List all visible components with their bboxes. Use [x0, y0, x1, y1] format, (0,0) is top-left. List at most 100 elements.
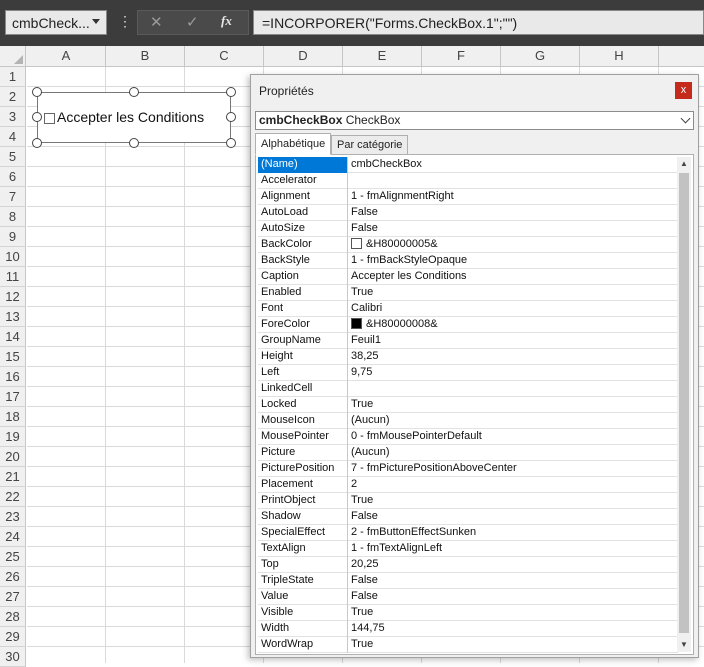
property-row[interactable]: TextAlign 1 - fmTextAlignLeft — [258, 541, 678, 557]
row-header[interactable]: 30 — [0, 647, 26, 667]
insert-function-icon[interactable]: fx — [221, 13, 232, 29]
property-value[interactable]: 0 - fmMousePointerDefault — [349, 429, 678, 445]
row-header[interactable]: 24 — [0, 527, 26, 547]
property-value[interactable]: False — [349, 509, 678, 525]
row-header[interactable]: 13 — [0, 307, 26, 327]
property-name[interactable]: TripleState — [258, 573, 348, 589]
property-name[interactable]: MousePointer — [258, 429, 348, 445]
column-header-c[interactable]: C — [185, 46, 264, 66]
row-header[interactable]: 9 — [0, 227, 26, 247]
cancel-icon[interactable]: ✕ — [150, 13, 163, 31]
property-name[interactable]: Accelerator — [258, 173, 348, 189]
column-header-e[interactable]: E — [343, 46, 422, 66]
property-value[interactable]: True — [349, 285, 678, 301]
checkbox-control[interactable]: Accepter les Conditions — [37, 92, 231, 143]
property-row[interactable]: MousePointer 0 - fmMousePointerDefault — [258, 429, 678, 445]
property-row[interactable]: Caption Accepter les Conditions — [258, 269, 678, 285]
property-value[interactable] — [349, 173, 678, 189]
property-row[interactable]: SpecialEffect 2 - fmButtonEffectSunken — [258, 525, 678, 541]
property-name[interactable]: Font — [258, 301, 348, 317]
property-value[interactable]: 20,25 — [349, 557, 678, 573]
property-name[interactable]: BackStyle — [258, 253, 348, 269]
row-header[interactable]: 21 — [0, 467, 26, 487]
property-row[interactable]: PicturePosition 7 - fmPicturePositionAbov… — [258, 461, 678, 477]
property-value[interactable]: Accepter les Conditions — [349, 269, 678, 285]
row-header[interactable]: 16 — [0, 367, 26, 387]
property-value[interactable]: True — [349, 605, 678, 621]
scroll-up-icon[interactable]: ▲ — [677, 157, 691, 171]
property-row[interactable]: Locked True — [258, 397, 678, 413]
row-header[interactable]: 18 — [0, 407, 26, 427]
property-row[interactable]: Picture (Aucun) — [258, 445, 678, 461]
property-value[interactable]: True — [349, 493, 678, 509]
row-header[interactable]: 7 — [0, 187, 26, 207]
property-row[interactable]: Left 9,75 — [258, 365, 678, 381]
row-header[interactable]: 10 — [0, 247, 26, 267]
scroll-down-icon[interactable]: ▼ — [677, 638, 691, 652]
property-name[interactable]: Placement — [258, 477, 348, 493]
chevron-down-icon[interactable] — [92, 19, 100, 24]
column-header-a[interactable]: A — [27, 46, 106, 66]
row-header[interactable]: 5 — [0, 147, 26, 167]
property-name[interactable]: Left — [258, 365, 348, 381]
formula-input[interactable]: =INCORPORER("Forms.CheckBox.1";"") — [253, 10, 704, 35]
property-name[interactable]: AutoSize — [258, 221, 348, 237]
name-box[interactable]: cmbCheck... — [5, 10, 107, 35]
scroll-thumb[interactable] — [679, 173, 689, 633]
property-row[interactable]: Top 20,25 — [258, 557, 678, 573]
resize-handle-top-right[interactable] — [226, 87, 236, 97]
property-row[interactable]: PrintObject True — [258, 493, 678, 509]
confirm-icon[interactable]: ✓ — [186, 13, 199, 31]
property-row[interactable]: Shadow False — [258, 509, 678, 525]
property-name[interactable]: SpecialEffect — [258, 525, 348, 541]
property-row[interactable]: Width 144,75 — [258, 621, 678, 637]
property-value[interactable]: False — [349, 573, 678, 589]
property-value[interactable]: &H80000005& — [349, 237, 678, 253]
property-name[interactable]: LinkedCell — [258, 381, 348, 397]
property-value[interactable]: 144,75 — [349, 621, 678, 637]
row-header[interactable]: 1 — [0, 67, 26, 87]
row-header[interactable]: 26 — [0, 567, 26, 587]
property-value[interactable]: False — [349, 221, 678, 237]
property-name[interactable]: Width — [258, 621, 348, 637]
row-header[interactable]: 17 — [0, 387, 26, 407]
property-row[interactable]: MouseIcon (Aucun) — [258, 413, 678, 429]
property-name[interactable]: AutoLoad — [258, 205, 348, 221]
column-header-d[interactable]: D — [264, 46, 343, 66]
property-row[interactable]: Font Calibri — [258, 301, 678, 317]
property-name[interactable]: Visible — [258, 605, 348, 621]
property-value[interactable]: (Aucun) — [349, 445, 678, 461]
property-value[interactable]: 38,25 — [349, 349, 678, 365]
row-header[interactable]: 27 — [0, 587, 26, 607]
property-name[interactable]: PrintObject — [258, 493, 348, 509]
property-name[interactable]: GroupName — [258, 333, 348, 349]
property-row[interactable]: Placement 2 — [258, 477, 678, 493]
checkbox-square[interactable] — [44, 113, 55, 124]
column-header-g[interactable]: G — [501, 46, 580, 66]
resize-handle-left[interactable] — [32, 112, 42, 122]
property-value[interactable]: False — [349, 589, 678, 605]
row-header[interactable]: 23 — [0, 507, 26, 527]
property-name[interactable]: BackColor — [258, 237, 348, 253]
property-value[interactable]: &H80000008& — [349, 317, 678, 333]
property-value[interactable]: Feuil1 — [349, 333, 678, 349]
property-name[interactable]: Top — [258, 557, 348, 573]
property-row[interactable]: TripleState False — [258, 573, 678, 589]
tab-par-categorie[interactable]: Par catégorie — [331, 135, 409, 155]
property-row[interactable]: Value False — [258, 589, 678, 605]
property-row[interactable]: (Name) cmbCheckBox — [258, 157, 678, 173]
property-row[interactable]: Accelerator — [258, 173, 678, 189]
resize-handle-top-left[interactable] — [32, 87, 42, 97]
row-header[interactable]: 12 — [0, 287, 26, 307]
property-value[interactable]: 1 - fmAlignmentRight — [349, 189, 678, 205]
row-header[interactable]: 2 — [0, 87, 26, 107]
property-value[interactable]: 1 - fmTextAlignLeft — [349, 541, 678, 557]
property-value[interactable] — [349, 381, 678, 397]
property-row[interactable]: BackColor &H80000005& — [258, 237, 678, 253]
row-header[interactable]: 19 — [0, 427, 26, 447]
resize-handle-right[interactable] — [226, 112, 236, 122]
property-name[interactable]: Value — [258, 589, 348, 605]
property-value[interactable]: True — [349, 397, 678, 413]
select-all-corner[interactable] — [0, 46, 26, 66]
row-header[interactable]: 29 — [0, 627, 26, 647]
